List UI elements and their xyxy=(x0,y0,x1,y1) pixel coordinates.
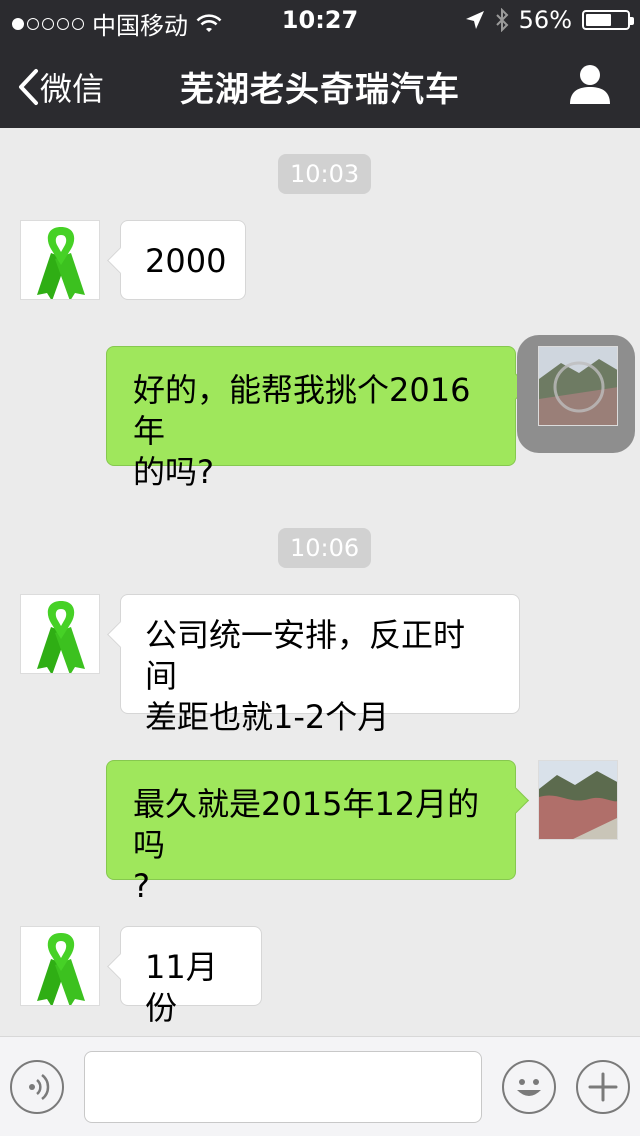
input-bar xyxy=(0,1036,640,1136)
voice-button[interactable] xyxy=(10,1060,64,1114)
plus-icon xyxy=(588,1072,618,1102)
self-avatar[interactable] xyxy=(538,346,618,426)
ribbon-icon xyxy=(37,227,85,299)
person-icon[interactable] xyxy=(568,62,612,106)
message-line: 公司统一安排，反正时间 xyxy=(145,616,466,695)
voice-icon xyxy=(29,1074,50,1100)
self-avatar[interactable] xyxy=(538,760,618,840)
battery-percent: 56% xyxy=(518,6,572,34)
timestamp: 10:06 xyxy=(278,528,372,568)
smiley-icon xyxy=(517,1079,541,1096)
outgoing-message[interactable]: 最久就是2015年12月的吗 ? xyxy=(106,760,516,905)
more-button[interactable] xyxy=(576,1060,630,1114)
message-line: 好的，能帮我挑个2016年 xyxy=(133,371,471,450)
message-text: 2000 xyxy=(145,242,227,280)
status-bar: 中国移动 10:27 56% xyxy=(0,0,640,40)
message-line: ? xyxy=(133,867,150,905)
landscape-photo-icon xyxy=(539,761,617,839)
contact-avatar[interactable] xyxy=(20,926,100,1006)
chat-screen: 中国移动 10:27 56% 微信 芜湖老头奇瑞汽车 10:03 2000 好的… xyxy=(0,0,640,1136)
chat-title: 芜湖老头奇瑞汽车 xyxy=(180,70,460,110)
incoming-message[interactable]: 公司统一安排，反正时间 差距也就1-2个月 xyxy=(120,594,520,736)
bluetooth-icon xyxy=(495,8,509,32)
ribbon-icon xyxy=(37,933,85,1005)
top-bar: 中国移动 10:27 56% 微信 芜湖老头奇瑞汽车 xyxy=(0,0,640,128)
location-arrow-icon xyxy=(465,11,484,29)
timestamp: 10:03 xyxy=(278,154,372,194)
contact-avatar[interactable] xyxy=(20,594,100,674)
status-right: 56% xyxy=(465,6,634,34)
contact-avatar[interactable] xyxy=(20,220,100,300)
incoming-message[interactable]: 11月份 xyxy=(120,926,262,1027)
message-text: 11月份 xyxy=(145,948,218,1027)
battery-icon xyxy=(582,10,634,30)
emoji-button[interactable] xyxy=(502,1060,556,1114)
message-input[interactable] xyxy=(84,1051,482,1123)
outgoing-message[interactable]: 好的，能帮我挑个2016年 的吗? xyxy=(106,346,516,491)
message-line: 差距也就1-2个月 xyxy=(145,698,390,736)
message-line: 最久就是2015年12月的吗 xyxy=(133,785,480,864)
ribbon-icon xyxy=(37,601,85,673)
incoming-message[interactable]: 2000 xyxy=(120,220,246,300)
message-line: 的吗? xyxy=(133,453,214,491)
landscape-photo-icon xyxy=(539,347,617,425)
nav-bar: 微信 芜湖老头奇瑞汽车 xyxy=(0,40,640,128)
